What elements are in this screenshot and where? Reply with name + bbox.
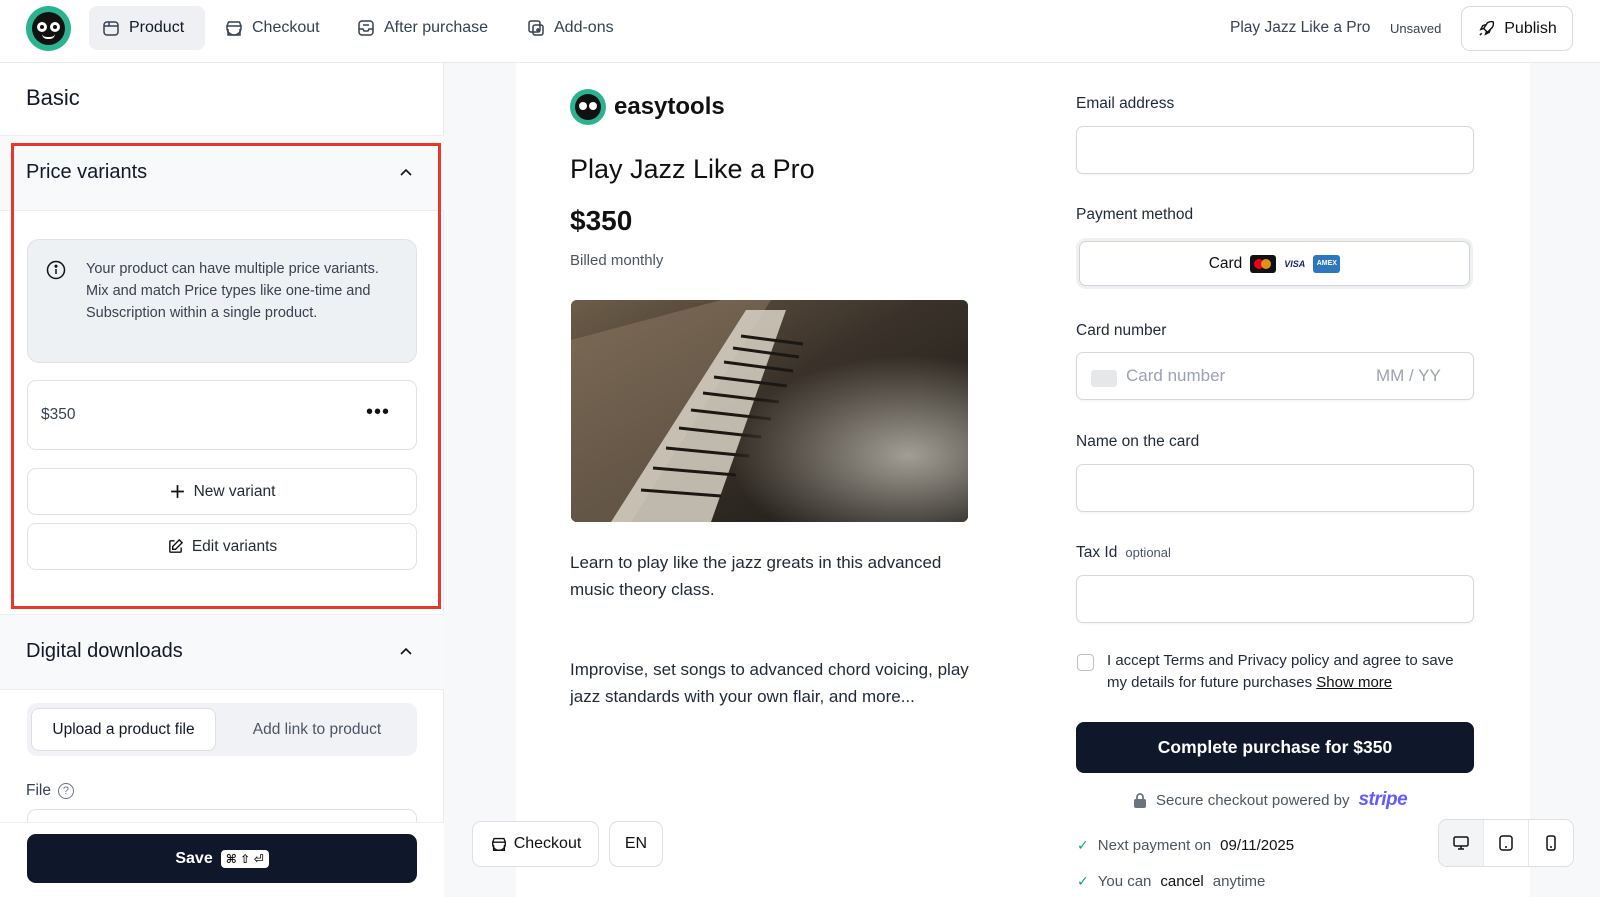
billing-period: Billed monthly [570, 252, 664, 269]
device-preview-toggle [1438, 819, 1574, 867]
checkout-view-label: Checkout [513, 835, 582, 852]
lock-icon [1134, 792, 1146, 808]
card-number-placeholder: Card number [1126, 366, 1226, 385]
download-type-toggle: Upload a product file Add link to produc… [27, 703, 417, 756]
save-label: Save [175, 849, 213, 867]
product-price: $350 [570, 205, 633, 236]
tab-add-ons-label: Add-ons [554, 19, 614, 36]
cancel-prefix: You can [1097, 873, 1152, 890]
cancel-note: ✓ You can cancel anytime [1077, 873, 1265, 890]
help-icon[interactable]: ? [57, 783, 74, 799]
tax-id-text: Tax Id [1076, 544, 1118, 561]
payment-method-label: Payment method [1076, 206, 1194, 223]
brand: easytools [570, 89, 725, 125]
optional-badge: optional [1125, 545, 1171, 560]
highlight-box [11, 143, 441, 609]
next-payment-note: ✓ Next payment on 09/11/2025 [1077, 837, 1294, 854]
tablet-icon [1499, 835, 1513, 851]
email-field[interactable] [1076, 126, 1474, 174]
cancel-suffix: anytime [1212, 873, 1266, 890]
product-description-2: Improvise, set songs to advanced chord v… [570, 660, 969, 706]
mobile-view-button[interactable] [1529, 820, 1573, 866]
save-button[interactable]: Save ⌘ ⇧ ⏎ [27, 834, 417, 883]
tax-id-field[interactable] [1076, 575, 1474, 623]
tab-product[interactable]: Product [89, 6, 205, 50]
terms-text: I accept Terms and Privacy policy and ag… [1107, 650, 1477, 694]
file-label: File [26, 782, 51, 799]
product-title: Play Jazz Like a Pro [570, 154, 815, 184]
tab-after-purchase[interactable]: After purchase [344, 6, 500, 50]
tax-id-label: Tax Id optional [1076, 544, 1171, 562]
keyboard-shortcut: ⌘ ⇧ ⏎ [220, 849, 269, 868]
payment-card-label: Card [1208, 254, 1243, 272]
name-on-card-label: Name on the card [1076, 433, 1200, 450]
desktop-icon [1453, 836, 1469, 850]
document-title: Play Jazz Like a Pro [1230, 19, 1371, 36]
upload-file-option[interactable]: Upload a product file [31, 708, 216, 751]
language-button[interactable]: EN [609, 821, 663, 867]
chevron-up-icon[interactable] [398, 644, 414, 660]
next-payment-prefix: Next payment on [1097, 837, 1212, 854]
product-image [571, 300, 968, 522]
tab-product-label: Product [129, 19, 185, 36]
tablet-view-button[interactable] [1484, 820, 1529, 866]
publish-label: Publish [1504, 19, 1557, 37]
name-on-card-field[interactable] [1076, 464, 1474, 512]
terms-checkbox[interactable] [1077, 654, 1094, 671]
check-icon: ✓ [1077, 873, 1089, 889]
mobile-icon [1546, 835, 1556, 851]
publish-button[interactable]: Publish [1461, 6, 1573, 51]
tab-checkout-label: Checkout [252, 19, 320, 36]
logo-face-icon [32, 12, 65, 45]
amex-icon: AMEX [1313, 254, 1341, 273]
checkout-view-button[interactable]: Checkout [472, 821, 599, 867]
card-number-label: Card number [1076, 322, 1167, 339]
file-label-row: File ? [26, 782, 74, 800]
brand-logo-icon [570, 89, 606, 125]
section-basic-heading: Basic [26, 85, 80, 110]
payment-method-card[interactable]: Card VISA AMEX [1079, 241, 1470, 286]
show-more-link[interactable]: Show more [1316, 674, 1392, 691]
cancel-word: cancel [1160, 873, 1204, 890]
desktop-view-button[interactable] [1439, 820, 1484, 866]
add-link-option[interactable]: Add link to product [222, 708, 412, 751]
add-square-icon [528, 20, 544, 36]
box-icon [103, 21, 119, 36]
complete-purchase-button[interactable]: Complete purchase for $350 [1076, 722, 1474, 773]
tab-checkout[interactable]: Checkout [212, 6, 332, 50]
credit-card-icon [1091, 370, 1117, 387]
tab-add-ons[interactable]: Add-ons [514, 6, 626, 50]
digital-downloads-heading: Digital downloads [26, 640, 183, 662]
terms-label: I accept Terms and Privacy policy and ag… [1107, 652, 1454, 691]
divider [0, 689, 444, 690]
product-description-1: Learn to play like the jazz greats in th… [570, 553, 942, 599]
tab-after-purchase-label: After purchase [384, 19, 489, 36]
rocket-icon [1479, 20, 1495, 36]
brand-name: easytools [614, 93, 725, 120]
app-logo[interactable] [26, 6, 71, 51]
inbox-icon [358, 20, 374, 36]
next-payment-date: 09/11/2025 [1220, 837, 1295, 854]
check-icon: ✓ [1077, 837, 1089, 853]
storefront-icon [491, 837, 506, 851]
mastercard-icon [1250, 254, 1277, 273]
save-status: Unsaved [1390, 21, 1442, 36]
secure-text: Secure checkout powered by [1156, 791, 1350, 809]
language-label: EN [624, 835, 648, 852]
save-bar: Save ⌘ ⇧ ⏎ [0, 822, 444, 897]
expiry-placeholder[interactable]: MM / YY [1376, 366, 1441, 386]
top-bar: Product Checkout After purchase Add-ons … [0, 0, 1600, 63]
stripe-logo: stripe [1358, 789, 1408, 810]
storefront-icon [226, 21, 242, 36]
email-label: Email address [1076, 95, 1175, 112]
visa-icon: VISA [1284, 258, 1306, 269]
digital-downloads-header[interactable]: Digital downloads [0, 615, 444, 689]
secure-checkout-note: Secure checkout powered by stripe [1133, 789, 1408, 811]
